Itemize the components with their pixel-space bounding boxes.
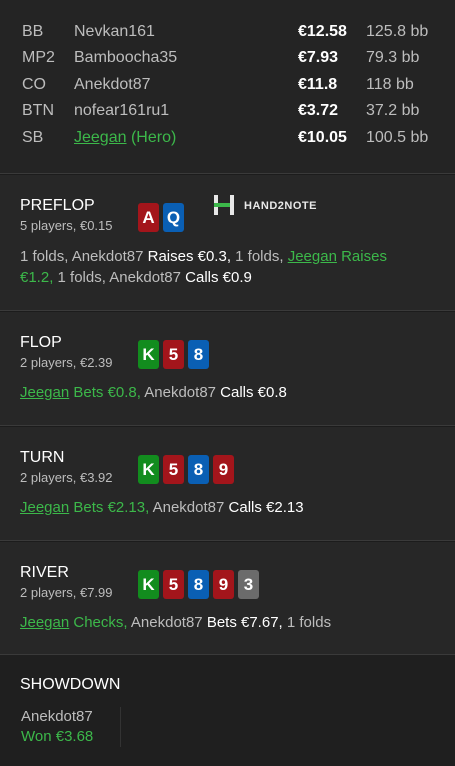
player-stack: €11.8: [298, 76, 338, 93]
flop-section: FLOP 2 players, €2.39 K58 Jeegan Bets €0…: [0, 312, 455, 426]
action-text: Anekdot87: [140, 384, 221, 401]
street-subtitle: 2 players, €3.92: [20, 470, 113, 485]
action-text: Anekdot87: [149, 499, 229, 516]
player-name[interactable]: Bamboocha35: [74, 49, 177, 67]
playing-card: 8: [188, 455, 209, 484]
board-cards: K5893: [138, 570, 263, 599]
street-subtitle: 2 players, €7.99: [20, 585, 113, 600]
player-stack: €3.72: [298, 102, 339, 119]
player-row: CO Anekdot87 €11.8 118 bb: [0, 76, 455, 102]
divider: [120, 707, 121, 747]
player-row-hero: SB Jeegan (Hero) €10.05 100.5 bb: [0, 129, 455, 155]
hero-action: Raises: [336, 248, 387, 265]
player-row: MP2 Bamboocha35 €7.93 79.3 bb: [0, 49, 455, 75]
hero-action: Checks,: [69, 614, 128, 631]
playing-card: 9: [213, 455, 234, 484]
hero-action: Bets €0.8,: [69, 384, 141, 401]
hero-link[interactable]: Jeegan: [20, 499, 69, 516]
playing-card: K: [138, 340, 159, 369]
street-actions: Jeegan Bets €2.13, Anekdot87 Calls €2.13: [20, 497, 440, 518]
street-subtitle: 2 players, €2.39: [20, 355, 113, 370]
playing-card: A: [138, 203, 159, 232]
player-bb: 125.8 bb: [366, 23, 429, 40]
player-bb: 79.3 bb: [366, 49, 420, 66]
hero-action: Bets €2.13,: [69, 499, 150, 516]
logo-text: HAND2NOTE: [244, 200, 317, 212]
street-subtitle: 5 players, €0.15: [20, 218, 113, 233]
turn-section: TURN 2 players, €3.92 K589 Jeegan Bets €…: [0, 427, 455, 541]
street-actions: Jeegan Checks, Anekdot87 Bets €7.67, 1 f…: [20, 612, 440, 633]
preflop-section: PREFLOP 5 players, €0.15 AQ HAND2NOTE 1 …: [0, 175, 455, 311]
playing-card: 5: [163, 570, 184, 599]
action-raise: Raises €0.3,: [147, 248, 231, 265]
street-title: PREFLOP: [20, 197, 95, 214]
player-name[interactable]: nofear161ru1: [74, 102, 169, 120]
hero-name[interactable]: Jeegan: [74, 129, 127, 146]
board-cards: K58: [138, 340, 213, 369]
hole-cards: AQ: [138, 203, 188, 232]
playing-card: 5: [163, 340, 184, 369]
action-text: 1 folds, Anekdot87: [53, 269, 186, 286]
player-position: MP2: [22, 49, 55, 66]
hero-link[interactable]: Jeegan: [20, 614, 69, 631]
action-text: 1 folds, Anekdot87: [20, 248, 148, 265]
player-stack: €10.05: [298, 129, 347, 146]
playing-card: 9: [213, 570, 234, 599]
street-actions: Jeegan Bets €0.8, Anekdot87 Calls €0.8: [20, 382, 440, 403]
player-position: SB: [22, 129, 44, 146]
player-position: BTN: [22, 102, 54, 119]
player-bb: 37.2 bb: [366, 102, 420, 119]
player-stack: €7.93: [298, 49, 339, 66]
street-title: SHOWDOWN: [20, 676, 121, 693]
player-position: CO: [22, 76, 46, 93]
player-bb: 118 bb: [366, 76, 414, 93]
action-text: 1 folds: [282, 614, 332, 631]
player-row: BTN nofear161ru1 €3.72 37.2 bb: [0, 102, 455, 128]
player-name[interactable]: Nevkan161: [74, 23, 155, 41]
hero-link[interactable]: Jeegan: [288, 248, 337, 265]
hero-action: €1.2,: [20, 269, 54, 286]
player-position: BB: [22, 23, 44, 40]
action-text: Anekdot87: [127, 614, 207, 631]
playing-card: 8: [188, 570, 209, 599]
street-actions: 1 folds, Anekdot87 Raises €0.3, 1 folds,…: [20, 246, 440, 288]
playing-card: K: [138, 455, 159, 484]
playing-card: K: [138, 570, 159, 599]
street-title: FLOP: [20, 334, 62, 351]
showdown-result: Won €3.68: [21, 728, 94, 745]
players-table: BB Nevkan161 €12.58 125.8 bb MP2 Bambooc…: [0, 0, 455, 174]
hero-link[interactable]: Jeegan: [20, 384, 69, 401]
action-call: Calls €2.13: [228, 499, 304, 516]
showdown-section: SHOWDOWN Anekdot87 Won €3.68: [0, 655, 455, 766]
action-call: Calls €0.9: [185, 269, 252, 286]
playing-card: 8: [188, 340, 209, 369]
board-cards: K589: [138, 455, 238, 484]
street-title: TURN: [20, 449, 65, 466]
action-call: Calls €0.8: [220, 384, 287, 401]
playing-card: 5: [163, 455, 184, 484]
playing-card: 3: [238, 570, 259, 599]
hand2note-logo-icon: [214, 195, 234, 215]
player-name[interactable]: Anekdot87: [74, 76, 151, 94]
hero-tag: (Hero): [130, 129, 177, 146]
player-row: BB Nevkan161 €12.58 125.8 bb: [0, 23, 455, 49]
street-title: RIVER: [20, 564, 69, 581]
action-text: 1 folds,: [231, 248, 288, 265]
player-name-hero[interactable]: Jeegan (Hero): [74, 129, 176, 147]
playing-card: Q: [163, 203, 184, 232]
showdown-player[interactable]: Anekdot87: [21, 708, 93, 725]
river-section: RIVER 2 players, €7.99 K5893 Jeegan Chec…: [0, 542, 455, 655]
action-bet: Bets €7.67,: [206, 614, 283, 631]
player-bb: 100.5 bb: [366, 129, 429, 146]
player-stack: €12.58: [298, 23, 347, 40]
hand-history-panel: BB Nevkan161 €12.58 125.8 bb MP2 Bambooc…: [0, 0, 455, 766]
